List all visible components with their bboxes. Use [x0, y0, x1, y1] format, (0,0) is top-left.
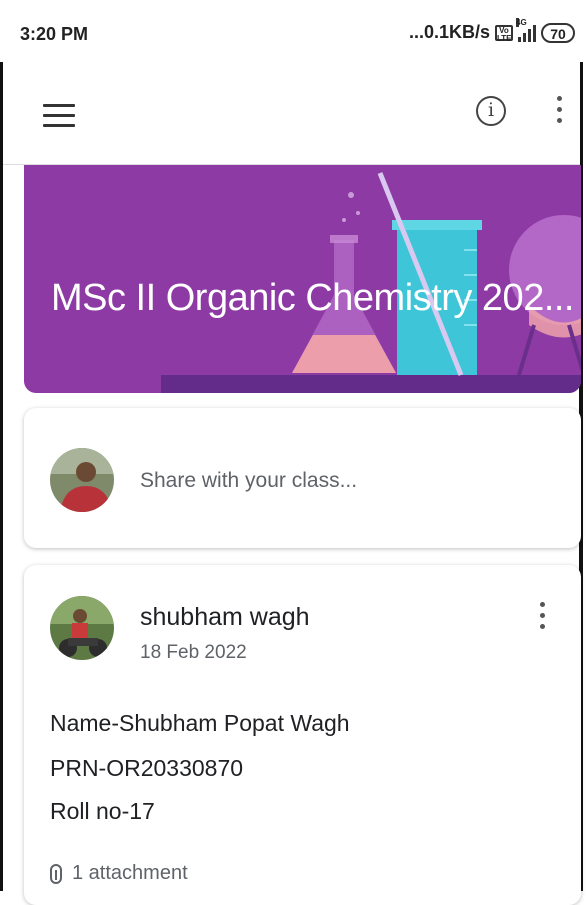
network-type: 4G [516, 17, 527, 27]
battery-icon: 70 [541, 22, 575, 43]
share-with-class-card[interactable]: Share with your class... [24, 408, 581, 548]
post-more-vert-icon[interactable] [536, 602, 548, 636]
attachment-link[interactable]: 1 attachment [50, 862, 188, 885]
share-input-placeholder[interactable]: Share with your class... [140, 469, 357, 493]
attachment-label: 1 attachment [72, 862, 188, 884]
post-author-name: shubham wagh [140, 603, 310, 631]
post-text-line: Name-Shubham Popat Wagh [50, 710, 350, 736]
class-banner[interactable]: MSc II Organic Chemistry 202... [24, 165, 581, 393]
post-text-line: PRN-OR20330870 [50, 755, 244, 781]
post-date: 18 Feb 2022 [140, 642, 247, 663]
more-vert-icon[interactable] [553, 96, 565, 128]
user-avatar [50, 448, 114, 512]
info-icon[interactable]: i [476, 96, 506, 126]
author-avatar [50, 596, 114, 660]
battery-level: 70 [550, 25, 566, 42]
network-speed: ...0.1KB/s [408, 22, 490, 42]
status-time: 3:20 PM [20, 24, 89, 44]
volte-lte-icon: Vo LTE [495, 24, 513, 43]
status-indicators: ...0.1KB/s Vo LTE 4G 70 [408, 17, 575, 43]
status-bar: 3:20 PM ...0.1KB/s Vo LTE 4G 70 [0, 0, 587, 62]
announcement-post: shubham wagh 18 Feb 2022 Name-Shubham Po… [24, 565, 581, 905]
class-title[interactable]: MSc II Organic Chemistry 202... [51, 277, 575, 320]
app-bar: i [3, 62, 580, 165]
paperclip-icon [50, 863, 62, 884]
hamburger-menu-icon[interactable] [43, 104, 75, 128]
signal-icon: 4G [516, 17, 536, 42]
post-text-line: Roll no-17 [50, 798, 155, 824]
